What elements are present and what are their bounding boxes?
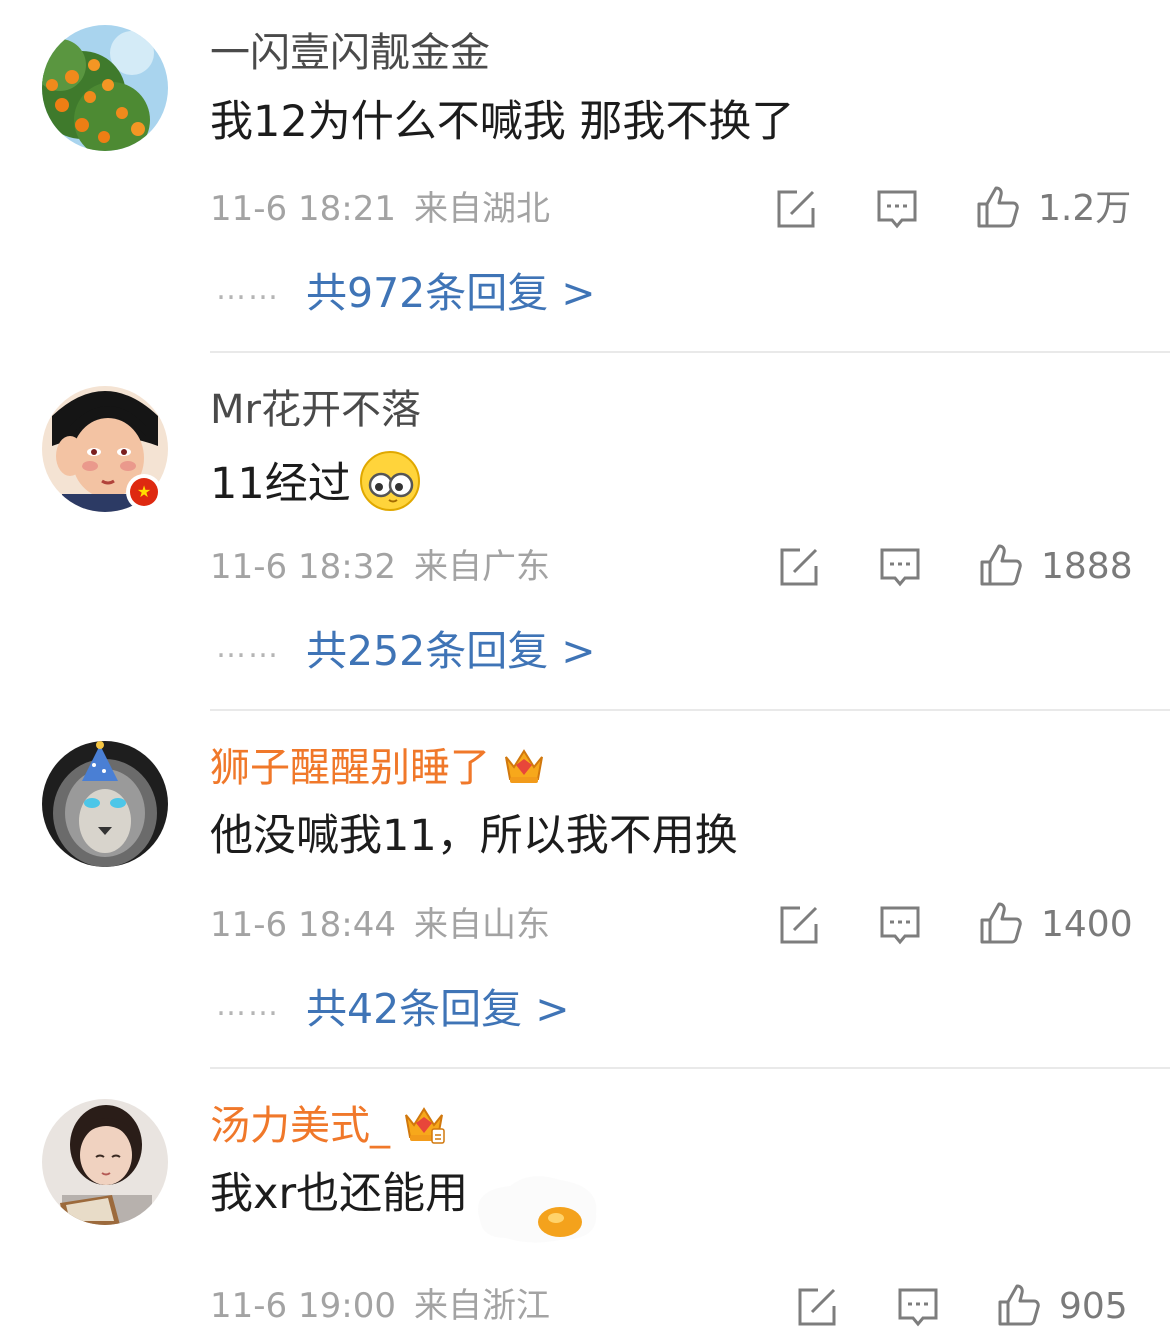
username-text: 汤力美式_ bbox=[210, 1103, 390, 1149]
view-replies-link[interactable]: 共972条回复 > bbox=[306, 268, 596, 318]
comment-meta: 11-6 18:21 来自湖北 bbox=[210, 187, 550, 231]
avatar[interactable]: ★ bbox=[42, 386, 168, 512]
like-count: 905 bbox=[1059, 1286, 1128, 1327]
repost-icon bbox=[780, 548, 818, 586]
location: 来自湖北 bbox=[413, 189, 550, 229]
comment-button[interactable] bbox=[874, 186, 920, 232]
lion-avatar-icon bbox=[42, 741, 168, 867]
avatar[interactable] bbox=[42, 1099, 168, 1225]
comment-meta: 11-6 18:32 来自广东 bbox=[210, 545, 550, 589]
china-flag-icon: ★ bbox=[130, 478, 158, 506]
comment-button[interactable] bbox=[895, 1284, 941, 1330]
repost-icon bbox=[777, 190, 815, 228]
repost-button[interactable] bbox=[776, 544, 822, 590]
girl-reading-avatar-icon bbox=[42, 1099, 168, 1225]
thumbs-up-icon bbox=[977, 186, 1019, 228]
divider bbox=[210, 351, 1170, 353]
repost-button[interactable] bbox=[773, 186, 819, 232]
avatar[interactable] bbox=[42, 741, 168, 867]
like-button[interactable] bbox=[978, 900, 1024, 946]
comment-text-content: 11经过 bbox=[210, 459, 351, 509]
orange-tree-avatar-icon bbox=[42, 25, 168, 151]
reply-dots: …… bbox=[216, 630, 280, 665]
reply-dots: …… bbox=[216, 272, 280, 307]
vip-crown-icon bbox=[405, 1107, 445, 1144]
username[interactable]: 一闪壹闪靓金金 bbox=[210, 28, 490, 78]
comment-button[interactable] bbox=[877, 544, 923, 590]
like-count: 1.2万 bbox=[1038, 188, 1132, 229]
fried-egg-sticker-icon bbox=[478, 1176, 597, 1243]
view-replies-link[interactable]: 共252条回复 > bbox=[306, 626, 596, 676]
like-count: 1888 bbox=[1041, 546, 1133, 587]
like-button[interactable] bbox=[996, 1282, 1042, 1328]
repost-button[interactable] bbox=[776, 902, 822, 948]
divider bbox=[210, 1067, 1170, 1069]
comment-icon bbox=[880, 906, 920, 945]
repost-icon bbox=[798, 1288, 836, 1326]
repost-button[interactable] bbox=[794, 1284, 840, 1330]
comment-text: 我12为什么不喊我 那我不换了 bbox=[210, 97, 795, 147]
location: 来自山东 bbox=[413, 905, 550, 945]
username[interactable]: 汤力美式_ bbox=[210, 1101, 446, 1151]
username[interactable]: Mr花开不落 bbox=[210, 385, 421, 435]
comment-text: 他没喊我11，所以我不用换 bbox=[210, 811, 738, 861]
location: 来自浙江 bbox=[413, 1286, 550, 1326]
reply-dots: …… bbox=[216, 988, 280, 1023]
like-count: 1400 bbox=[1041, 904, 1133, 945]
comment-button[interactable] bbox=[877, 902, 923, 948]
vip-crown-icon bbox=[505, 749, 543, 783]
flag-badge: ★ bbox=[126, 474, 162, 510]
thumbs-up-icon bbox=[998, 1284, 1040, 1326]
comment-icon bbox=[877, 190, 917, 229]
comment-text: 11经过 bbox=[210, 450, 421, 512]
divider bbox=[210, 709, 1170, 711]
username-text: 狮子醒醒别睡了 bbox=[210, 745, 490, 791]
thumbs-up-icon bbox=[980, 902, 1022, 944]
comment-icon bbox=[880, 548, 920, 587]
comment-meta: 11-6 19:00 来自浙江 bbox=[210, 1284, 550, 1328]
username[interactable]: 狮子醒醒别睡了 bbox=[210, 743, 546, 793]
comment-meta: 11-6 18:44 来自山东 bbox=[210, 903, 550, 947]
like-button[interactable] bbox=[975, 184, 1021, 230]
thumbs-up-icon bbox=[980, 544, 1022, 586]
timestamp: 11-6 18:32 bbox=[210, 547, 396, 587]
location: 来自广东 bbox=[413, 547, 550, 587]
peeking-eyes-emoji-icon bbox=[359, 451, 420, 511]
avatar[interactable] bbox=[42, 25, 168, 151]
comment-icon bbox=[898, 1288, 938, 1327]
timestamp: 11-6 18:21 bbox=[210, 189, 396, 229]
timestamp: 11-6 18:44 bbox=[210, 905, 396, 945]
view-replies-link[interactable]: 共42条回复 > bbox=[306, 984, 570, 1034]
comment-text: 我xr也还能用 bbox=[210, 1169, 469, 1219]
repost-icon bbox=[780, 906, 818, 944]
like-button[interactable] bbox=[978, 542, 1024, 588]
timestamp: 11-6 19:00 bbox=[210, 1286, 396, 1326]
